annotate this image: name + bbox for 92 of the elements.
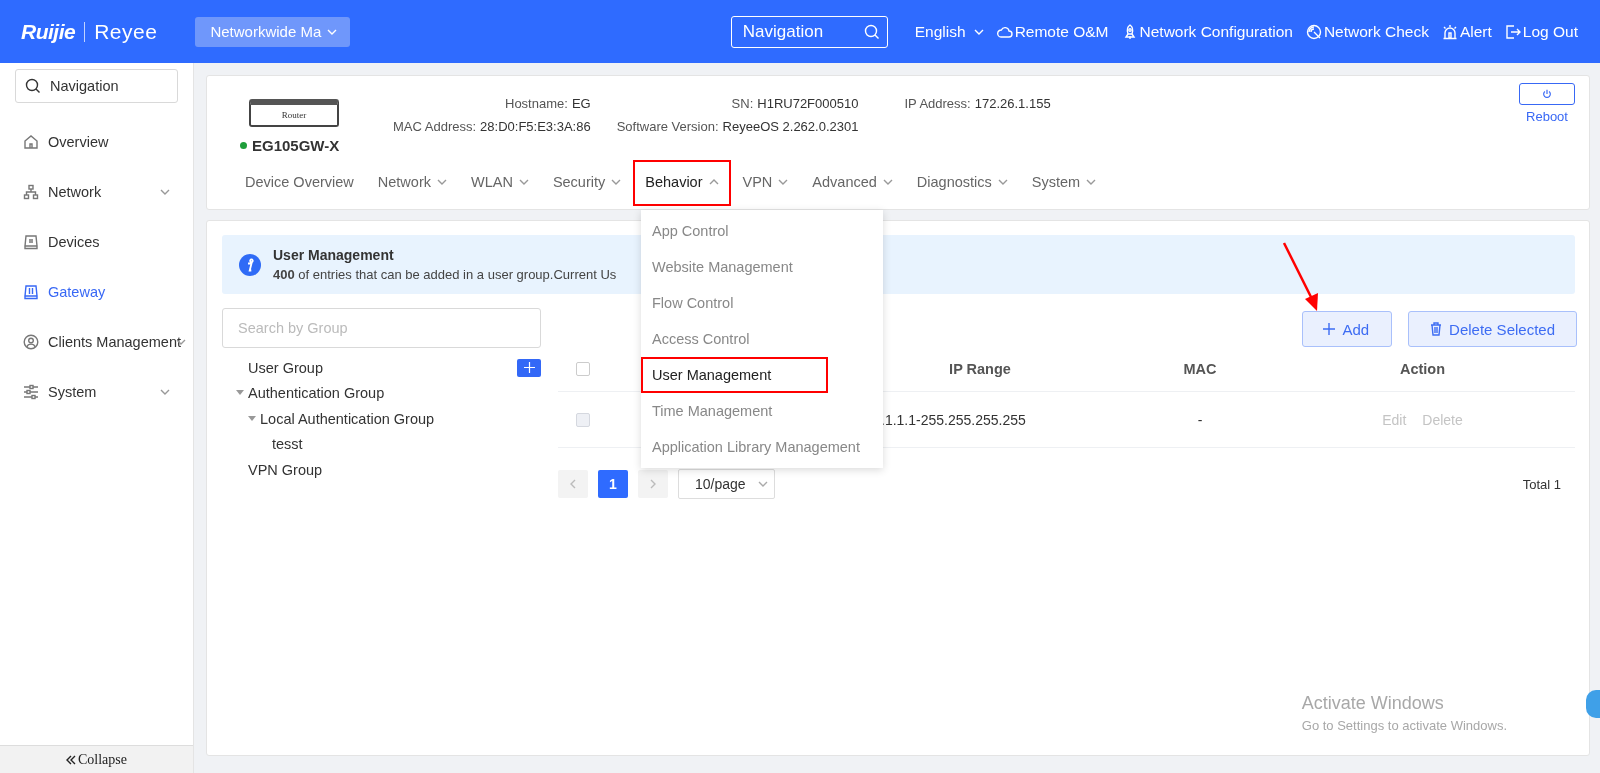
- plus-icon: [523, 362, 535, 374]
- sidebar-item[interactable]: Overview: [0, 117, 193, 167]
- delete-selected-button[interactable]: Delete Selected: [1408, 311, 1577, 347]
- field-label: MAC Address:: [393, 119, 477, 134]
- menu-item[interactable]: Time Management: [641, 393, 883, 429]
- logout-icon: [1504, 23, 1521, 40]
- info-icon: [239, 253, 261, 276]
- device-icon: [23, 234, 39, 250]
- tree-item[interactable]: tesst: [272, 436, 303, 453]
- menu-item[interactable]: Website Management: [641, 249, 883, 285]
- menu-item[interactable]: Application Library Management: [641, 429, 883, 465]
- field-label: IP Address:: [904, 96, 971, 111]
- device-name: EG105GW-X: [252, 137, 340, 154]
- header-link[interactable]: Network Configuration: [1121, 22, 1293, 41]
- nav-tab[interactable]: VPN: [730, 159, 801, 206]
- chevron-left-icon: [570, 479, 576, 489]
- header-link[interactable]: Network Check: [1305, 22, 1429, 41]
- field-label: Software Version:: [616, 119, 719, 134]
- chevron-right-icon: [650, 479, 656, 489]
- nav-tab[interactable]: Security: [540, 159, 634, 206]
- field-label: Hostname:: [505, 96, 568, 111]
- sidebar-item[interactable]: Devices: [0, 217, 193, 267]
- assistant-icon[interactable]: [1586, 690, 1600, 718]
- search-field[interactable]: Navigation: [730, 15, 888, 48]
- table-cell: .1.1.1-255.255.255.255: [881, 411, 1026, 428]
- activation-text: Go to Settings to activate Windows.: [1301, 718, 1507, 733]
- field-value: H1RU72F000510: [757, 96, 859, 111]
- sliders-icon: [23, 384, 39, 400]
- add-group-button[interactable]: [517, 358, 541, 377]
- sidebar-item[interactable]: Gateway: [0, 267, 193, 317]
- field-label: SN:: [731, 96, 754, 111]
- header-link[interactable]: Log Out: [1504, 22, 1578, 41]
- expanded-triangle-icon[interactable]: [236, 390, 244, 397]
- search-icon: [863, 23, 880, 40]
- double-chevron-icon: [66, 754, 76, 765]
- total-count: Total 1: [1522, 476, 1561, 492]
- field-value: ReyeeOS 2.262.0.2301: [722, 119, 859, 134]
- column-header: IP Range: [949, 361, 1011, 377]
- sidebar-item[interactable]: Clients Management: [0, 317, 193, 367]
- plus-icon: [1323, 323, 1336, 335]
- menu-item[interactable]: User Management: [641, 357, 828, 393]
- field-value: 172.26.1.155: [974, 96, 1051, 111]
- nav-tab[interactable]: Diagnostics: [904, 159, 1020, 206]
- radar-icon: [1305, 23, 1322, 40]
- brand-logo: Ruijie: [21, 19, 76, 44]
- topology-icon: [23, 184, 39, 200]
- notice-text: 400 of entries that can be added in a user group.Current Us: [273, 267, 617, 282]
- language-selector[interactable]: English: [914, 22, 984, 41]
- sidebar-item[interactable]: Network: [0, 167, 193, 217]
- collapse-button[interactable]: Collapse: [0, 745, 193, 773]
- nav-tab[interactable]: Advanced: [800, 159, 905, 206]
- group-search-field[interactable]: Search by Group: [222, 308, 541, 348]
- home-icon: [23, 134, 39, 150]
- alarm-icon: [1441, 23, 1458, 40]
- caret-up-icon: [708, 178, 719, 185]
- power-button[interactable]: [1519, 83, 1575, 105]
- menu-item[interactable]: Flow Control: [641, 285, 883, 321]
- header-link[interactable]: Alert: [1441, 22, 1492, 41]
- menu-item[interactable]: App Control: [641, 213, 883, 249]
- tree-item[interactable]: Authentication Group: [248, 385, 385, 402]
- product-logo: Reyee: [94, 19, 158, 44]
- nav-tab[interactable]: Device Overview: [233, 159, 366, 206]
- column-header: MAC: [1183, 361, 1217, 377]
- page-size-selector[interactable]: 10/page: [678, 469, 775, 499]
- field-value: 28:D0:F5:E3:3A:86: [480, 119, 591, 134]
- tree-item[interactable]: Local Authentication Group: [260, 410, 435, 427]
- router-drawing: Router: [249, 99, 339, 127]
- table-cell: -: [1197, 411, 1203, 428]
- nav-tab[interactable]: WLAN: [458, 159, 541, 206]
- notice-title: User Management: [273, 247, 395, 263]
- search-icon: [25, 78, 41, 94]
- select-all-checkbox[interactable]: [576, 362, 590, 376]
- tree-item[interactable]: User Group: [248, 359, 323, 376]
- activation-title: Activate Windows: [1301, 693, 1445, 714]
- menu-item[interactable]: Access Control: [641, 321, 883, 357]
- gateway-icon: [23, 284, 39, 300]
- trash-icon: [1430, 322, 1443, 336]
- reboot-link[interactable]: Reboot: [1526, 109, 1568, 124]
- tree-item[interactable]: VPN Group: [248, 461, 323, 478]
- user-icon: [23, 334, 39, 350]
- navigation-search-field[interactable]: Navigation: [15, 69, 178, 103]
- nav-tab[interactable]: System: [1019, 159, 1109, 206]
- header-link[interactable]: Remote O&M: [996, 22, 1109, 41]
- add-button[interactable]: Add: [1302, 311, 1393, 347]
- nav-tab[interactable]: Behavior: [633, 159, 731, 206]
- sidebar-item[interactable]: System: [0, 367, 193, 417]
- power-icon: [1542, 89, 1552, 99]
- column-header: Action: [1399, 361, 1446, 377]
- expanded-triangle-icon[interactable]: [248, 415, 256, 422]
- nav-tab[interactable]: Network: [365, 159, 459, 206]
- page-button[interactable]: 1: [598, 470, 628, 498]
- field-value: EG: [571, 96, 591, 111]
